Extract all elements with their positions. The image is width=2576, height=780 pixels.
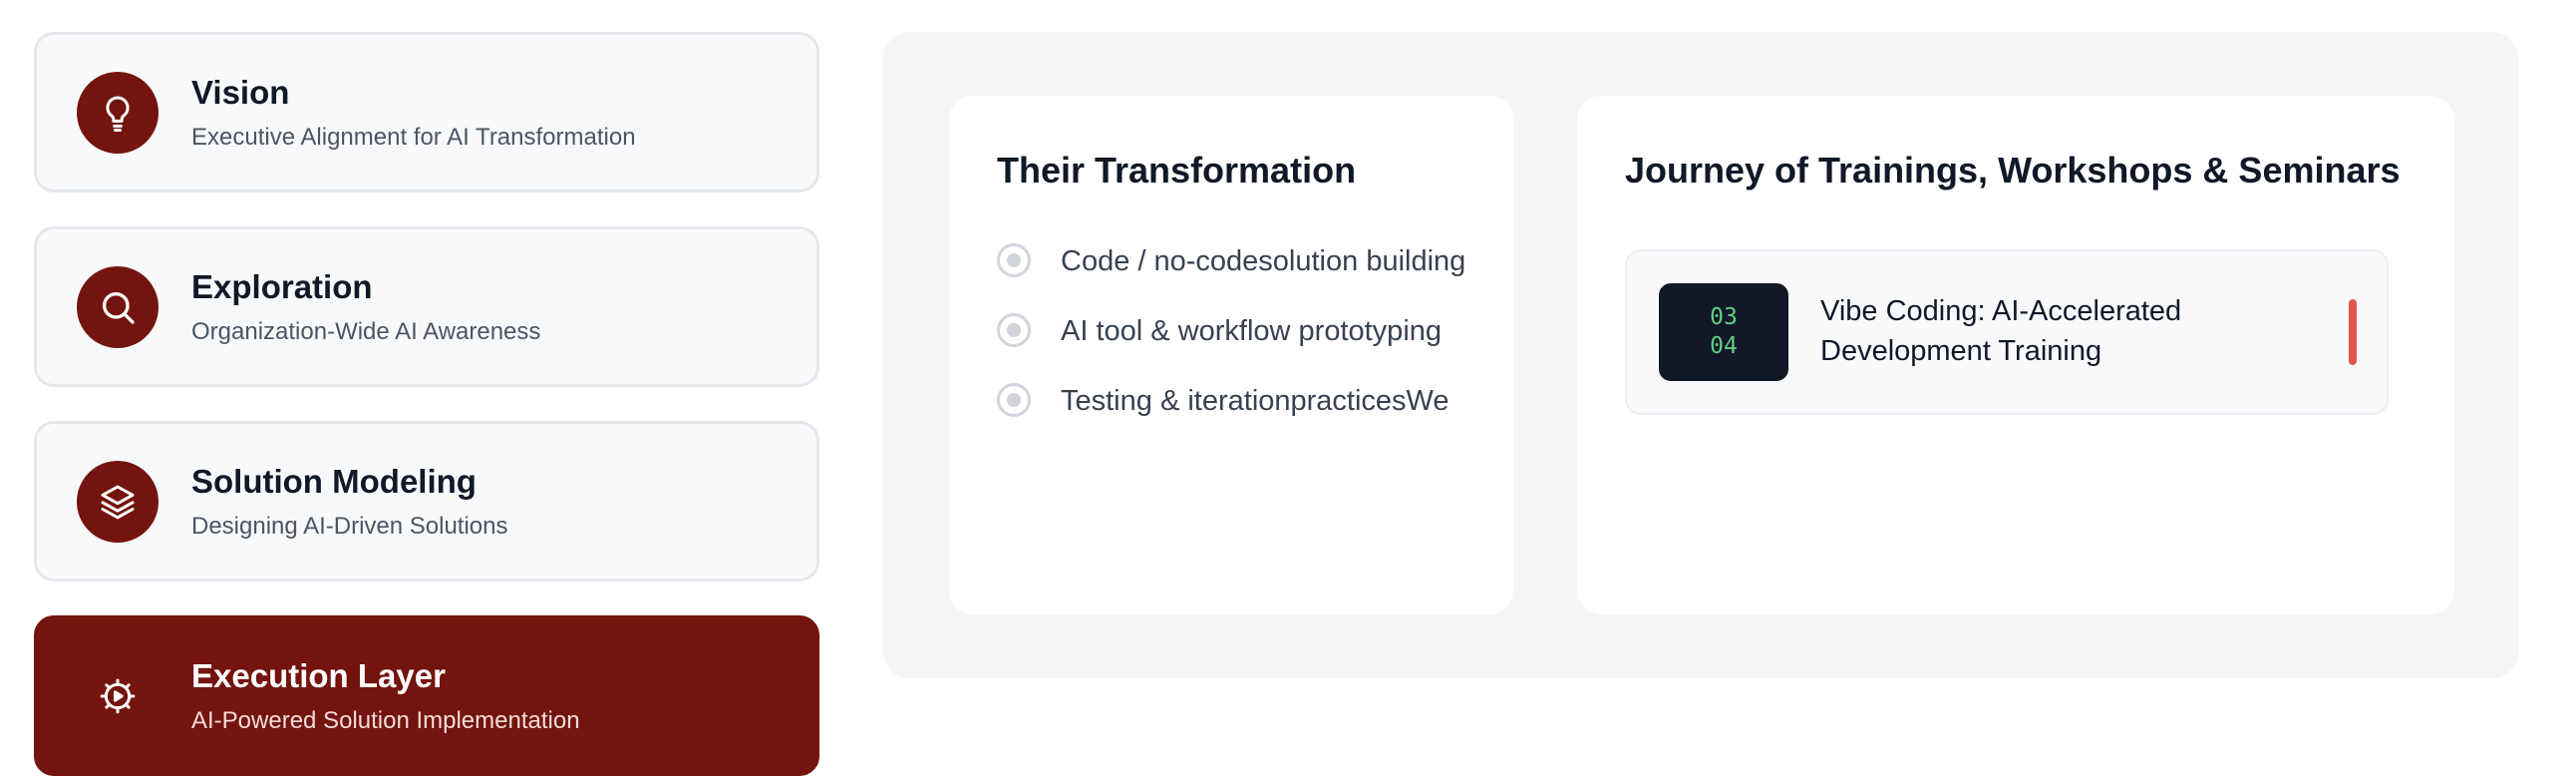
layer-card-execution-layer[interactable]: Execution Layer AI-Powered Solution Impl… — [34, 615, 819, 776]
date-badge: 03 04 — [1659, 283, 1788, 381]
list-item: Testing & iterationpracticesWe — [997, 377, 1495, 425]
layer-title: Solution Modeling — [191, 462, 477, 500]
training-title: Vibe Coding: AI-Accelerated Development … — [1820, 295, 2182, 367]
layer-text: Solution Modeling Designing AI-Driven So… — [191, 462, 508, 542]
search-icon — [77, 265, 159, 348]
layer-card-solution-modeling[interactable]: Solution Modeling Designing AI-Driven So… — [34, 421, 819, 582]
radio-bullet-icon — [997, 383, 1031, 417]
layer-subtitle: Designing AI-Driven Solutions — [191, 512, 508, 540]
detail-panel: Their Transformation Code / no-codesolut… — [883, 32, 2518, 678]
radio-bullet-icon — [997, 313, 1031, 347]
layer-subtitle: AI-Powered Solution Implementation — [191, 706, 580, 734]
list-item: Code / no-codesolution building — [997, 237, 1495, 285]
layer-subtitle: Organization-Wide AI Awareness — [191, 317, 541, 345]
layer-title: Execution Layer — [191, 656, 446, 694]
accent-bar — [2349, 299, 2357, 365]
layer-title: Exploration — [191, 267, 373, 305]
transformation-item-text: Testing & iterationpracticesWe — [1061, 385, 1449, 417]
layer-card-exploration[interactable]: Exploration Organization-Wide AI Awarene… — [34, 226, 819, 387]
date-line-1: 03 — [1710, 304, 1738, 330]
transformation-card: Their Transformation Code / no-codesolut… — [949, 96, 1513, 614]
lightbulb-icon — [77, 71, 159, 154]
layer-text: Exploration Organization-Wide AI Awarene… — [191, 267, 540, 347]
layer-list: Vision Executive Alignment for AI Transf… — [34, 32, 819, 776]
radio-bullet-icon — [997, 243, 1031, 277]
layer-title: Vision — [191, 73, 290, 111]
transformation-item-text: Code / no-codesolution building — [1061, 245, 1466, 277]
layers-icon — [77, 460, 159, 543]
transformation-item-text: AI tool & workflow prototyping — [1061, 315, 1443, 347]
date-line-2: 04 — [1710, 333, 1738, 359]
layer-card-vision[interactable]: Vision Executive Alignment for AI Transf… — [34, 32, 819, 193]
gear-play-icon — [77, 655, 159, 737]
layer-text: Vision Executive Alignment for AI Transf… — [191, 73, 636, 153]
journey-title: Journey of Trainings, Workshops & Semina… — [1625, 150, 2401, 191]
layer-subtitle: Executive Alignment for AI Transformatio… — [191, 123, 636, 151]
transformation-list: Code / no-codesolution building AI tool … — [997, 237, 1495, 447]
transformation-title: Their Transformation — [997, 150, 1357, 191]
list-item: AI tool & workflow prototyping — [997, 307, 1495, 355]
layer-text: Execution Layer AI-Powered Solution Impl… — [191, 656, 580, 736]
journey-card: Journey of Trainings, Workshops & Semina… — [1577, 96, 2454, 614]
training-item[interactable]: 03 04 Vibe Coding: AI-Accelerated Develo… — [1625, 249, 2389, 415]
